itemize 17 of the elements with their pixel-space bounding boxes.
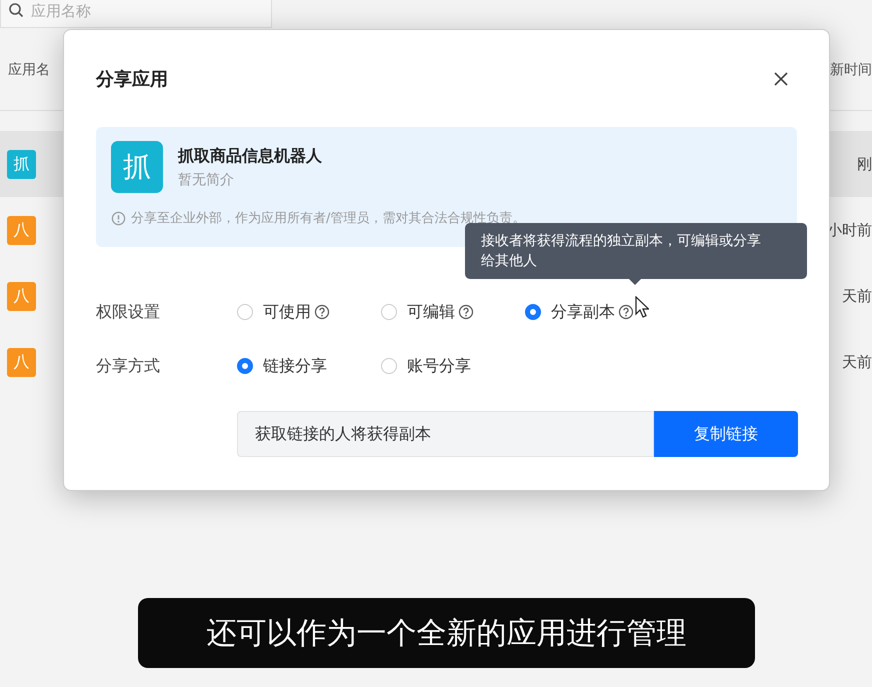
app-icon: 八 <box>7 348 36 376</box>
field-label: 分享方式 <box>96 356 161 376</box>
tooltip: 接收者将获得流程的独立副本，可编辑或分享给其他人 <box>465 223 807 279</box>
app-name: 抓取商品信息机器人 <box>178 146 322 166</box>
app-icon: 抓 <box>7 150 36 178</box>
app-icon: 抓 <box>111 141 163 193</box>
app-description: 暂无简介 <box>178 170 235 188</box>
field-label: 权限设置 <box>96 302 161 322</box>
dialog-title: 分享应用 <box>96 68 168 90</box>
app-icon: 八 <box>7 282 36 310</box>
column-header: 新时间 <box>830 60 872 78</box>
table-cell: 天前 <box>842 352 872 372</box>
table-cell: 天前 <box>842 286 872 306</box>
app-icon: 八 <box>7 216 36 244</box>
table-cell: 刚 <box>857 154 872 174</box>
column-header: 应用名 <box>8 60 50 78</box>
subtitle-caption: 还可以作为一个全新的应用进行管理 <box>138 598 755 668</box>
